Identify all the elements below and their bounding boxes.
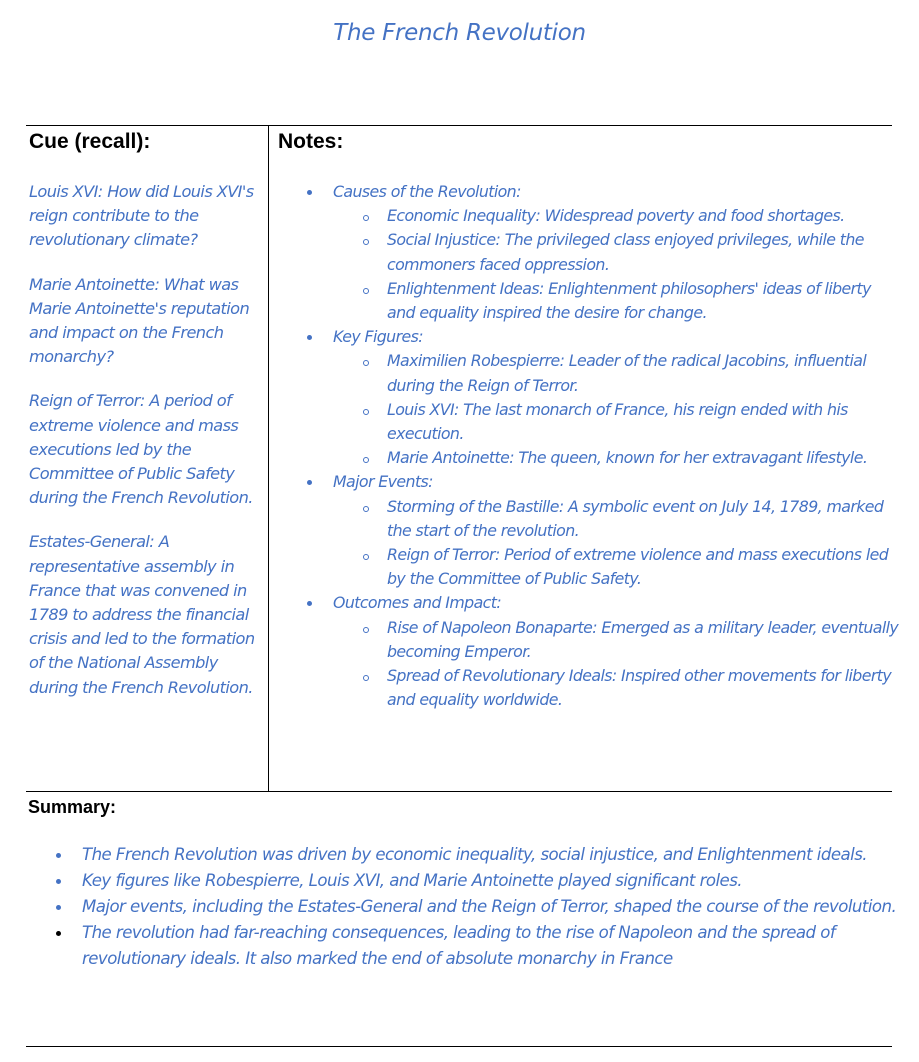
section-label: Key Figures: [333,327,424,347]
bullet-dot-icon [307,480,312,486]
summary-item: Key figures like Robespierre, Louis XVI,… [52,868,897,894]
bullet-dot-icon [56,879,61,884]
cue-item: Estates-General: A representative assemb… [29,532,255,697]
bullet-circle-icon [363,626,369,633]
summary-item: Major events, including the Estates-Gene… [52,894,897,920]
bullet-circle-icon [363,239,369,246]
bottom-rule [26,1046,892,1047]
summary-item-text: The revolution had far-reaching conseque… [82,923,836,968]
summary-item-text: Key figures like Robespierre, Louis XVI,… [82,871,743,890]
bullet-circle-icon [363,287,369,294]
list-item-text: Marie Antoinette: The queen, known for h… [387,448,868,468]
notes-list: Causes of the Revolution: Economic Inequ… [300,180,900,712]
list-item: Enlightenment Ideas: Enlightenment philo… [333,277,900,325]
list-item-text: Storming of the Bastille: A symbolic eve… [387,496,884,540]
summary-heading: Summary: [28,797,117,817]
notes-section-key-figures: Key Figures: Maximilien Robespierre: Lea… [300,325,900,470]
summary-section: The French Revolution was driven by econ… [52,842,897,972]
list-item: Maximilien Robespierre: Leader of the ra… [333,349,900,397]
sub-list: Rise of Napoleon Bonaparte: Emerged as a… [333,616,900,713]
bullet-circle-icon [363,554,369,561]
sub-list: Maximilien Robespierre: Leader of the ra… [333,349,900,470]
top-rule [26,125,892,126]
list-item: Spread of Revolutionary Ideals: Inspired… [333,664,900,712]
summary-item-text: The French Revolution was driven by econ… [82,845,868,864]
bullet-circle-icon [363,457,369,464]
bullet-circle-icon [363,360,369,367]
section-label: Outcomes and Impact: [333,593,502,613]
bullet-circle-icon [363,675,369,682]
list-item: Louis XVI: The last monarch of France, h… [333,398,900,446]
summary-item: The revolution had far-reaching conseque… [52,920,897,972]
bullet-circle-icon [363,215,369,222]
list-item-text: Maximilien Robespierre: Leader of the ra… [387,351,867,395]
summary-item-text: Major events, including the Estates-Gene… [82,897,897,916]
section-label: Causes of the Revolution: [333,182,521,201]
list-item: Marie Antoinette: The queen, known for h… [333,446,900,470]
bullet-dot-icon [307,601,312,607]
summary-rule [26,791,892,792]
bullet-dot-icon [56,853,61,858]
document-title: The French Revolution [333,20,586,46]
list-item-text: Economic Inequality: Widespread poverty … [387,206,845,226]
cue-column: Louis XVI: How did Louis XVI's reign con… [29,180,265,720]
sub-list: Storming of the Bastille: A symbolic eve… [333,495,900,592]
list-item-text: Louis XVI: The last monarch of France, h… [387,399,848,444]
bullet-dot-icon [56,931,61,936]
cue-item: Louis XVI: How did Louis XVI's reign con… [29,182,254,250]
bullet-dot-icon [56,905,61,910]
notes-column: Causes of the Revolution: Economic Inequ… [300,180,900,712]
section-label: Major Events: [333,472,433,492]
bullet-circle-icon [363,505,369,512]
notes-section-major-events: Major Events: Storming of the Bastille: … [300,470,900,591]
sub-list: Economic Inequality: Widespread poverty … [333,204,900,325]
summary-list: The French Revolution was driven by econ… [52,842,897,972]
summary-item: The French Revolution was driven by econ… [52,842,897,868]
bullet-dot-icon [307,335,312,341]
notes-heading: Notes: [278,130,344,153]
list-item: Economic Inequality: Widespread poverty … [333,204,900,228]
list-item: Social Injustice: The privileged class e… [333,228,900,276]
bullet-circle-icon [363,408,369,415]
notes-section-outcomes: Outcomes and Impact: Rise of Napoleon Bo… [300,591,900,712]
list-item-text: Social Injustice: The privileged class e… [387,230,865,274]
list-item: Storming of the Bastille: A symbolic eve… [333,495,900,543]
list-item-text: Rise of Napoleon Bonaparte: Emerged as a… [387,617,899,661]
list-item-text: Enlightenment Ideas: Enlightenment philo… [387,278,872,323]
list-item-text: Reign of Terror: Period of extreme viole… [387,545,889,589]
list-item: Reign of Terror: Period of extreme viole… [333,543,900,591]
cue-item: Marie Antoinette: What was Marie Antoine… [29,274,250,367]
cue-item: Reign of Terror: A period of extreme vio… [29,391,253,508]
notes-section-causes: Causes of the Revolution: Economic Inequ… [300,180,900,325]
column-divider [268,125,269,791]
list-item-text: Spread of Revolutionary Ideals: Inspired… [387,666,892,710]
cue-heading: Cue (recall): [29,130,151,153]
bullet-dot-icon [307,190,312,195]
list-item: Rise of Napoleon Bonaparte: Emerged as a… [333,616,900,664]
